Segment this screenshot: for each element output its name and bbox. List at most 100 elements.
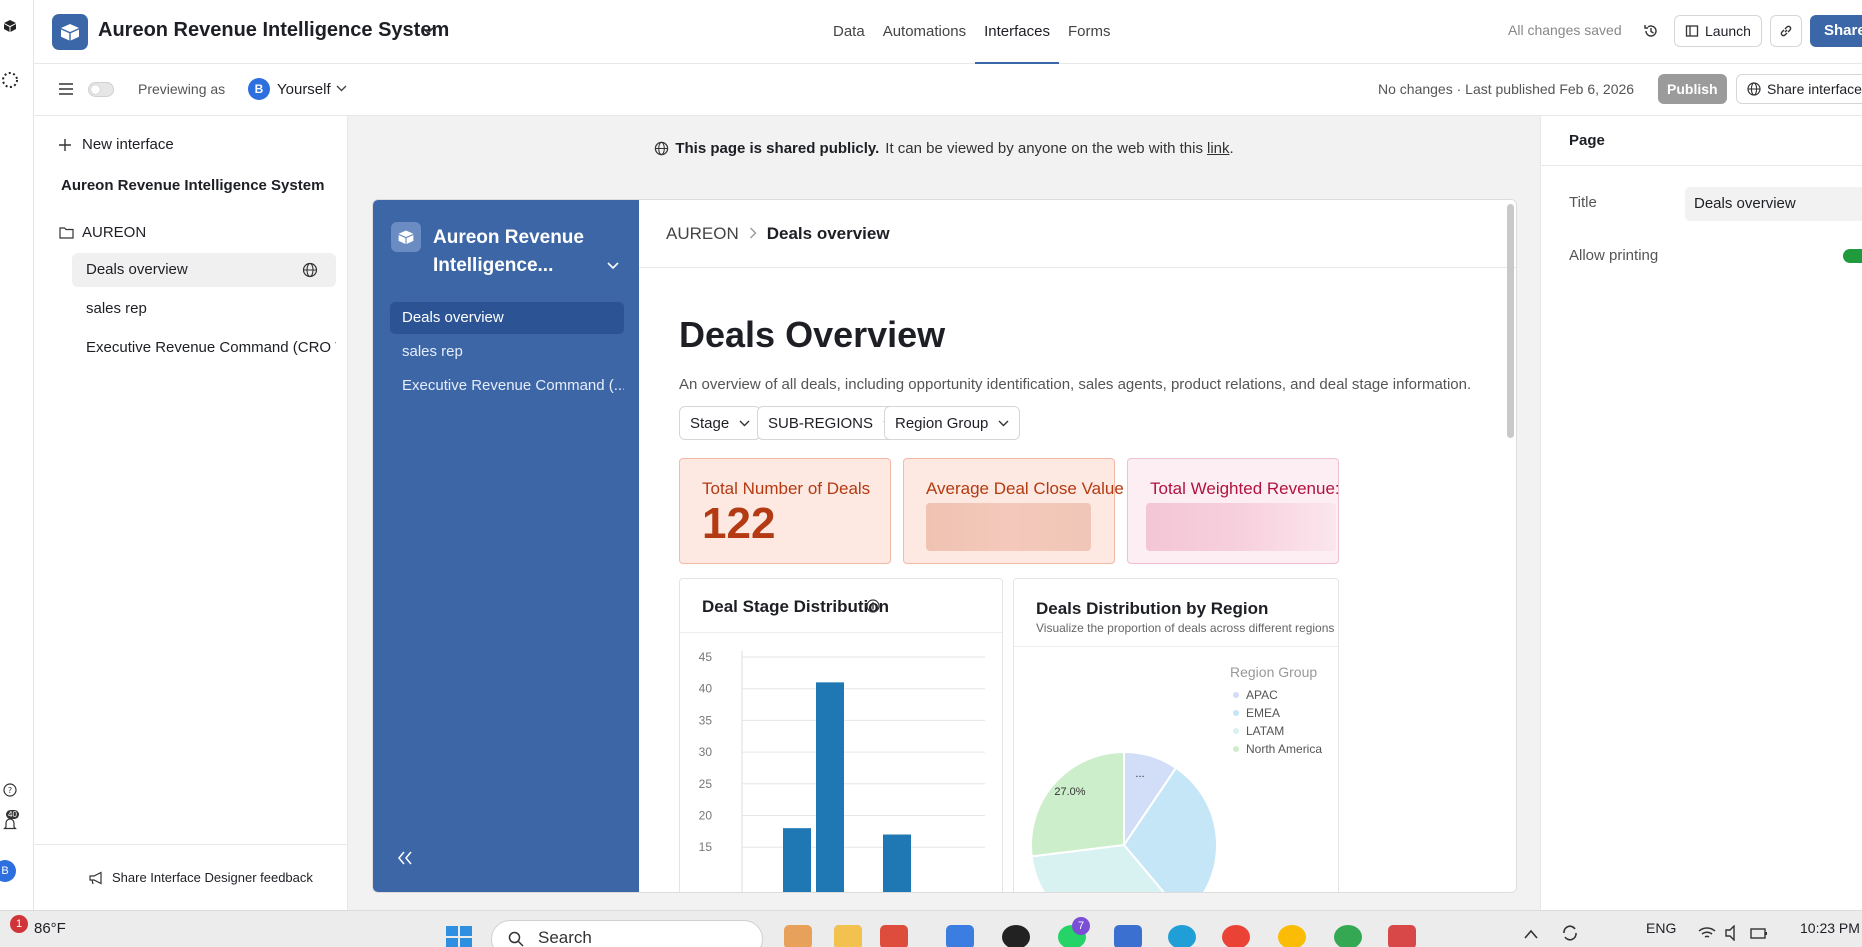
- tab-automations[interactable]: Automations: [874, 0, 975, 64]
- filter-region-group[interactable]: Region Group: [884, 406, 1021, 440]
- app-logo-icon[interactable]: [0, 16, 20, 36]
- properties-panel: Page Title Deals overview Allow printing: [1540, 116, 1862, 910]
- search-icon: [508, 931, 524, 947]
- interfaces-sidebar: New interface Aureon Revenue Intelligenc…: [34, 116, 348, 910]
- previewing-label: Previewing as: [138, 81, 226, 97]
- help-icon[interactable]: ?: [0, 780, 20, 800]
- banner-period: .: [1229, 139, 1234, 157]
- y-tick-label: 20: [699, 809, 713, 823]
- notifications-icon[interactable]: 40: [0, 810, 20, 834]
- teams-icon[interactable]: [1114, 925, 1142, 947]
- kpi-label: Total Number of Deals: [702, 479, 871, 498]
- tab-forms[interactable]: Forms: [1059, 0, 1120, 64]
- clock-time[interactable]: 10:23 PM: [1800, 920, 1860, 936]
- account-avatar[interactable]: B: [0, 860, 16, 882]
- properties-header: Page: [1541, 116, 1862, 166]
- tab-data[interactable]: Data: [824, 0, 874, 64]
- interface-logo-icon: [391, 222, 421, 252]
- interface-nav-sales-rep[interactable]: sales rep: [390, 336, 624, 368]
- top-bar: Aureon Revenue Intelligence System Data …: [34, 0, 1862, 64]
- new-interface-button[interactable]: New interface: [58, 136, 174, 153]
- legend-item[interactable]: EMEA: [1246, 706, 1280, 720]
- chevron-down-icon[interactable]: [607, 258, 619, 273]
- interface-toolbar: Previewing as B Yourself No changes · La…: [34, 64, 1862, 116]
- y-tick-label: 45: [699, 650, 713, 664]
- chevron-down-icon: [998, 420, 1009, 426]
- bar[interactable]: [883, 834, 911, 893]
- taskbar-app-icon[interactable]: [784, 925, 812, 947]
- todoist-icon[interactable]: [880, 925, 908, 947]
- preview-user-avatar[interactable]: B: [248, 78, 270, 100]
- allow-printing-switch[interactable]: [1843, 249, 1862, 263]
- legend-item[interactable]: LATAM: [1246, 724, 1284, 738]
- share-feedback-link[interactable]: Share Interface Designer feedback: [34, 844, 348, 910]
- share-button[interactable]: Share: [1810, 15, 1862, 47]
- windows-start-icon[interactable]: [445, 926, 473, 947]
- history-icon[interactable]: [1640, 20, 1662, 42]
- filter-stage[interactable]: Stage: [679, 406, 762, 440]
- region-pie-chart: Region Group APAC EMEA LATAM North America 27…: [1030, 664, 1322, 892]
- sidebar-page-executive-revenue[interactable]: Executive Revenue Command (CRO V: [72, 331, 336, 365]
- battery-icon[interactable]: [1750, 925, 1768, 941]
- legend-swatch: [1233, 710, 1239, 716]
- sidebar-page-deals-overview[interactable]: Deals overview: [72, 253, 336, 287]
- chrome-icon[interactable]: [1334, 925, 1362, 947]
- info-icon[interactable]: [866, 599, 880, 613]
- link-icon: [1780, 25, 1792, 37]
- chrome-icon[interactable]: [1222, 925, 1250, 947]
- app-title[interactable]: Aureon Revenue Intelligence System: [98, 19, 449, 42]
- kpi-label: Total Weighted Revenue:: [1150, 479, 1340, 498]
- bar[interactable]: [816, 682, 844, 893]
- preview-user-select[interactable]: Yourself: [277, 81, 331, 98]
- legend-item[interactable]: APAC: [1246, 688, 1278, 702]
- sync-icon[interactable]: [1560, 923, 1580, 943]
- store-icon[interactable]: [946, 925, 974, 947]
- interface-preview: Aureon Revenue Intelligence... Deals ove…: [372, 199, 1517, 893]
- breadcrumb-root[interactable]: AUREON: [666, 224, 739, 244]
- base-icon[interactable]: [52, 14, 88, 50]
- filter-sub-regions[interactable]: SUB-REGIONS: [757, 406, 906, 440]
- sidebar-page-sales-rep[interactable]: sales rep: [72, 292, 336, 326]
- copy-link-button[interactable]: [1770, 15, 1802, 47]
- interface-name[interactable]: Aureon Revenue Intelligence...: [433, 224, 603, 280]
- chevron-down-icon[interactable]: [336, 81, 347, 95]
- menu-icon[interactable]: [58, 82, 74, 96]
- app-rail: ? 40 B: [0, 0, 34, 910]
- chrome-icon[interactable]: [1278, 925, 1306, 947]
- whatsapp-icon[interactable]: 7: [1058, 917, 1090, 947]
- region-distribution-panel: Deals Distribution by Region Visualize t…: [1013, 578, 1339, 892]
- preview-toggle[interactable]: [88, 82, 114, 97]
- loading-spinner-icon: [0, 70, 20, 90]
- taskbar-search[interactable]: Search: [491, 920, 763, 947]
- wifi-icon[interactable]: [1698, 925, 1716, 941]
- page-scrollbar[interactable]: [1507, 204, 1514, 438]
- volume-icon[interactable]: [1724, 925, 1742, 941]
- edge-icon[interactable]: [1168, 925, 1196, 947]
- filter-label: Stage: [690, 414, 730, 432]
- interface-nav-deals-overview[interactable]: Deals overview: [390, 302, 624, 334]
- app-title-chevron-down-icon[interactable]: [422, 22, 434, 38]
- legend-swatch: [1233, 746, 1239, 752]
- megaphone-icon: [89, 871, 102, 884]
- globe-icon: [302, 262, 318, 278]
- bar[interactable]: [783, 828, 811, 893]
- launch-button[interactable]: Launch: [1674, 15, 1762, 47]
- y-tick-label: 40: [699, 682, 713, 696]
- weather-temperature[interactable]: 86°F: [34, 920, 66, 937]
- sidebar-folder-aureon[interactable]: AUREON: [59, 224, 146, 241]
- legend-item[interactable]: North America: [1246, 742, 1322, 756]
- upwork-icon[interactable]: [1002, 925, 1030, 947]
- publish-button[interactable]: Publish: [1658, 74, 1727, 104]
- chevron-up-icon[interactable]: [1524, 929, 1538, 939]
- language-indicator[interactable]: ENG: [1646, 920, 1676, 936]
- collapse-sidebar-icon[interactable]: [397, 848, 413, 871]
- share-interface-button[interactable]: Share interface: [1736, 74, 1862, 104]
- page-title-input[interactable]: Deals overview: [1685, 187, 1862, 221]
- pie-slice[interactable]: [1030, 750, 1125, 858]
- calendar-icon[interactable]: [1388, 925, 1416, 947]
- interface-nav-executive-revenue[interactable]: Executive Revenue Command (...: [390, 370, 624, 402]
- file-explorer-icon[interactable]: [834, 925, 862, 947]
- breadcrumb: AUREON Deals overview: [639, 200, 1516, 268]
- tab-interfaces[interactable]: Interfaces: [975, 0, 1059, 64]
- banner-link[interactable]: link: [1207, 140, 1230, 157]
